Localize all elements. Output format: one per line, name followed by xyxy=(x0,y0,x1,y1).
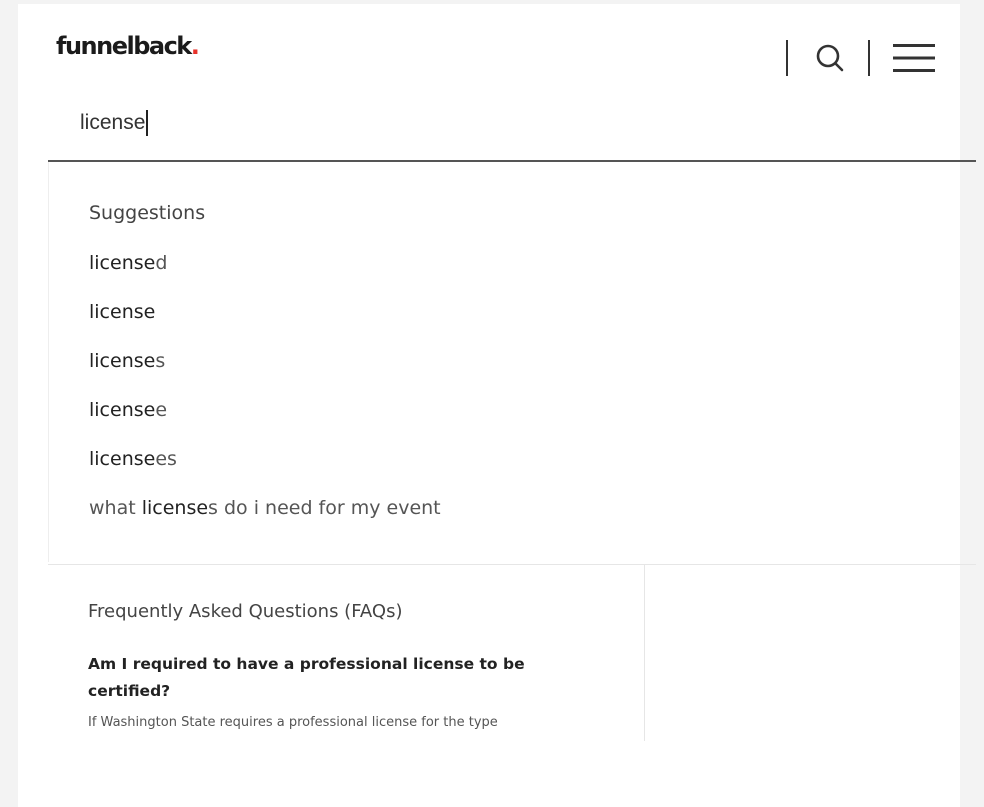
search-input[interactable]: license xyxy=(48,100,976,162)
suggestion-item[interactable]: licensee xyxy=(89,399,167,421)
suggestion-match: license xyxy=(89,252,156,274)
suggestion-match: license xyxy=(89,350,156,372)
header-divider xyxy=(868,40,870,76)
logo-dot: . xyxy=(190,32,200,60)
faq-panel: Frequently Asked Questions (FAQs) Am I r… xyxy=(48,564,976,741)
suggestion-match: license xyxy=(141,497,209,519)
faq-excerpt: If Washington State requires a professio… xyxy=(88,715,498,730)
suggestion-item[interactable]: licensees xyxy=(89,448,177,470)
suggestion-prefix: what xyxy=(89,497,142,519)
suggestion-suffix: es xyxy=(155,448,177,470)
suggestion-item[interactable]: what licenses do i need for my event xyxy=(89,497,441,519)
suggestions-heading: Suggestions xyxy=(89,202,206,224)
faq-column: Frequently Asked Questions (FAQs) Am I r… xyxy=(48,565,645,741)
logo-text: funnelback xyxy=(56,32,192,60)
suggestion-match: license xyxy=(89,448,156,470)
suggestion-match: license xyxy=(89,399,156,421)
suggestion-suffix: s xyxy=(155,350,166,372)
header: funnelback. xyxy=(18,4,960,84)
menu-button[interactable] xyxy=(890,38,938,78)
search-query: license xyxy=(80,111,146,134)
suggestion-suffix: e xyxy=(155,399,168,421)
search-button[interactable] xyxy=(810,38,850,78)
suggestion-suffix: d xyxy=(155,252,168,274)
header-divider xyxy=(786,40,788,76)
suggestion-suffix: s do i need for my event xyxy=(208,497,441,519)
search-icon xyxy=(816,44,844,72)
hamburger-menu-icon xyxy=(893,44,935,72)
suggestion-match: license xyxy=(89,301,156,323)
text-caret xyxy=(146,110,149,136)
faq-heading: Frequently Asked Questions (FAQs) xyxy=(88,601,403,622)
suggestion-item[interactable]: licenses xyxy=(89,350,165,372)
suggestion-item[interactable]: license xyxy=(89,301,155,323)
faq-question-link[interactable]: Am I required to have a professional lic… xyxy=(88,651,588,705)
page: funnelback. license Suggestions licensed xyxy=(18,4,976,807)
search-input-text: license xyxy=(80,110,149,136)
suggestion-item[interactable]: licensed xyxy=(89,252,167,274)
funnelback-logo[interactable]: funnelback. xyxy=(56,32,200,60)
suggestions-panel: Suggestions licensed license licenses li… xyxy=(48,162,977,562)
